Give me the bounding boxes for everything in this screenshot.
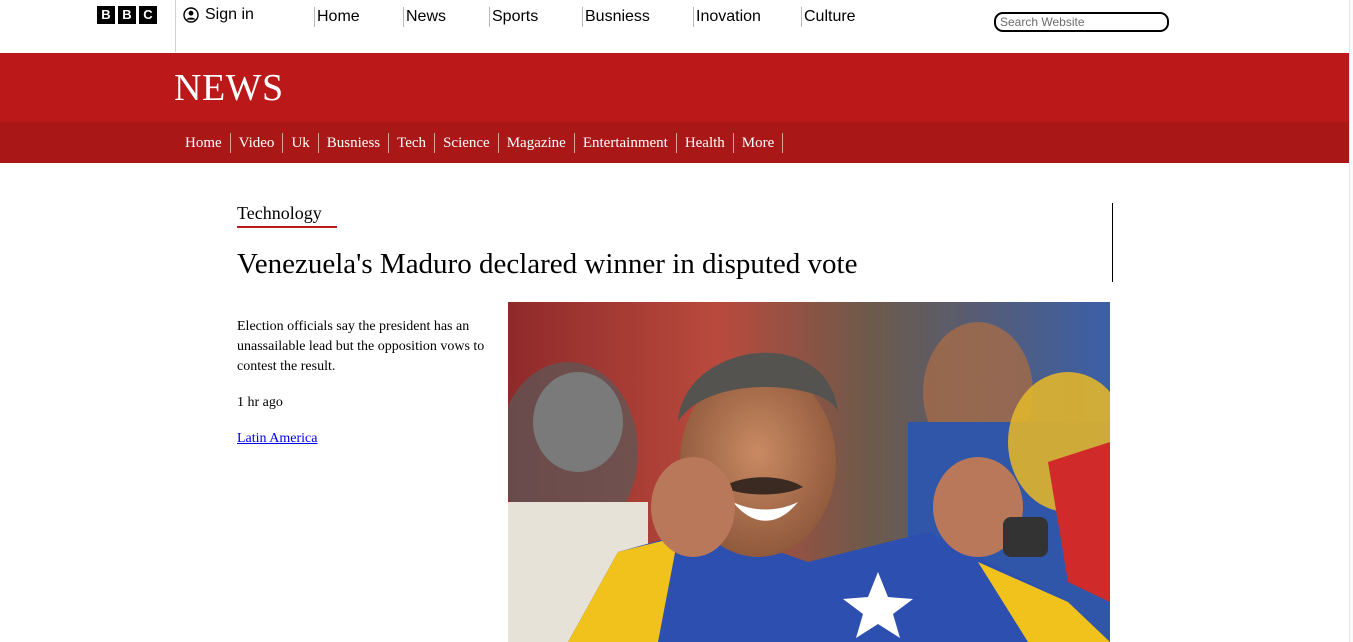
subnav-uk[interactable]: Uk — [283, 132, 319, 153]
top-nav-innovation[interactable]: Inovation — [693, 7, 761, 27]
top-nav-business[interactable]: Busniess — [582, 7, 650, 27]
article-timestamp: 1 hr ago — [237, 395, 283, 410]
photo-illustration — [508, 302, 1110, 642]
article-photo[interactable] — [508, 302, 1110, 642]
logo-letter-c: C — [139, 6, 157, 24]
top-nav-news[interactable]: News — [403, 7, 446, 27]
user-circle-icon — [183, 7, 199, 23]
topic-link[interactable]: Latin America — [237, 429, 317, 449]
search-input[interactable] — [994, 12, 1169, 32]
logo-letter-b2: B — [118, 6, 136, 24]
subnav-magazine[interactable]: Magazine — [499, 132, 575, 153]
scrollbar[interactable] — [1349, 0, 1353, 642]
news-subnav: Home Video Uk Busniess Tech Science Maga… — [177, 122, 784, 163]
news-title[interactable]: NEWS — [174, 66, 284, 110]
header-divider — [175, 0, 176, 52]
subnav-home[interactable]: Home — [177, 132, 231, 153]
logo-letter-b1: B — [97, 6, 115, 24]
subnav-business[interactable]: Busniess — [319, 132, 390, 153]
section-label[interactable]: Technology — [237, 202, 322, 224]
top-nav-home[interactable]: Home — [314, 7, 360, 27]
subnav-tech[interactable]: Tech — [389, 132, 436, 153]
content-divider — [1112, 203, 1113, 282]
article-headline[interactable]: Venezuela's Maduro declared winner in di… — [237, 246, 857, 282]
top-bar: B B C Sign in Home News Sports Busniess … — [0, 0, 1353, 52]
subnav-health[interactable]: Health — [677, 132, 734, 153]
subnav-science[interactable]: Science — [435, 132, 499, 153]
sign-in-button[interactable]: Sign in — [183, 6, 254, 24]
article-summary: Election officials say the president has… — [237, 319, 485, 374]
section-underline — [237, 226, 337, 228]
sign-in-label: Sign in — [205, 6, 254, 23]
subnav-video[interactable]: Video — [231, 132, 284, 153]
bbc-logo[interactable]: B B C — [97, 6, 157, 24]
subnav-more[interactable]: More — [734, 132, 784, 153]
subnav-entertainment[interactable]: Entertainment — [575, 132, 677, 153]
top-nav-culture[interactable]: Culture — [801, 7, 856, 27]
top-nav-sports[interactable]: Sports — [489, 7, 538, 27]
